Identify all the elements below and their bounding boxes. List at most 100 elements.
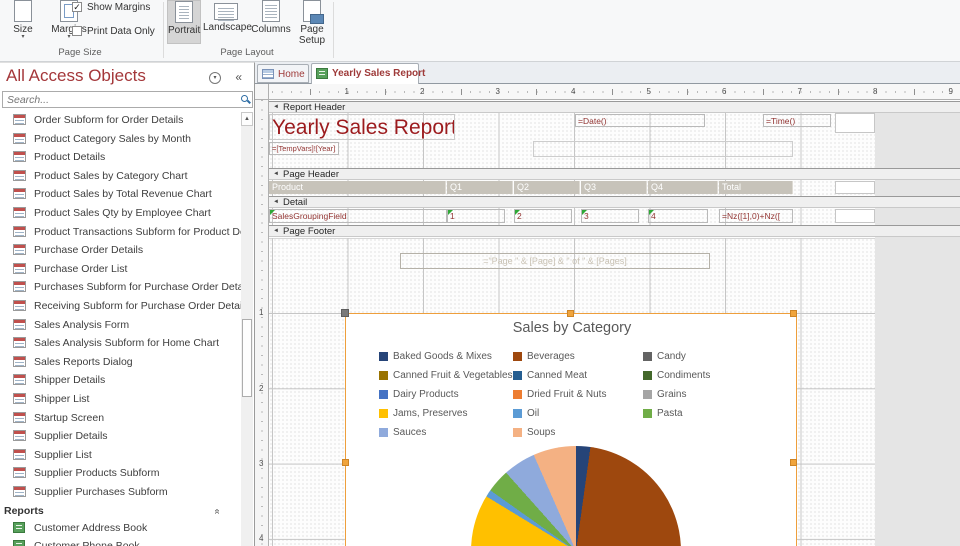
nav-item-label: Supplier Details — [34, 430, 108, 443]
nav-item-label: Product Sales by Total Revenue Chart — [34, 188, 212, 201]
nav-item-form[interactable]: Sales Reports Dialog — [0, 354, 242, 372]
nav-item-form[interactable]: Supplier List — [0, 447, 242, 465]
scrollbar-thumb[interactable] — [242, 319, 252, 397]
nav-item-form[interactable]: Product Sales by Category Chart — [0, 168, 242, 186]
chart-resize-handle[interactable] — [342, 459, 349, 466]
chart-resize-handle[interactable] — [790, 459, 797, 466]
detail-bar[interactable]: ◄ Detail — [269, 196, 960, 208]
legend-label: Soups — [527, 427, 556, 438]
chart-resize-handle[interactable] — [567, 310, 574, 317]
detail-textbox[interactable]: 1 — [447, 209, 505, 223]
tab-yearly-sales-report-label: Yearly Sales Report — [332, 68, 426, 79]
show-margins-checkbox[interactable]: ✓ — [72, 2, 82, 12]
form-icon — [13, 132, 26, 144]
column-header-q1[interactable]: Q1 — [447, 181, 513, 194]
detail-textbox[interactable]: 3 — [581, 209, 639, 223]
scrollbar-up-arrow-icon[interactable]: ▲ — [241, 112, 253, 126]
detail-textbox[interactable]: SalesGroupingField — [269, 209, 447, 223]
nav-menu-dropdown-icon[interactable]: ▾ — [209, 72, 221, 84]
detail-textbox[interactable]: 2 — [514, 209, 572, 223]
sales-by-category-chart[interactable]: Sales by Category Baked Goods & Mixes Bev… — [345, 313, 797, 546]
nav-item-label: Product Category Sales by Month — [34, 132, 191, 145]
form-icon — [13, 448, 26, 460]
column-header-q3[interactable]: Q3 — [581, 181, 647, 194]
nav-item-form[interactable]: Order Subform for Order Details — [0, 112, 242, 130]
portrait-button-label: Portrait — [168, 25, 201, 36]
nav-item-form[interactable]: Shipper Details — [0, 372, 242, 390]
column-header-total[interactable]: Total — [719, 181, 793, 194]
nav-item-label: Receiving Subform for Purchase Order Det… — [34, 300, 242, 312]
portrait-icon — [175, 1, 193, 23]
page-number-box[interactable] — [835, 181, 875, 194]
reports-group-header[interactable]: Reports « — [0, 503, 242, 520]
column-header-q4[interactable]: Q4 — [648, 181, 718, 194]
chart-resize-handle[interactable] — [790, 310, 797, 317]
columns-button[interactable]: Columns — [250, 0, 292, 35]
report-header-bar[interactable]: ◄ Report Header — [269, 101, 960, 113]
search-input[interactable] — [7, 93, 227, 106]
empty-textbox[interactable] — [533, 141, 793, 157]
form-icon — [13, 337, 26, 349]
column-header-q2[interactable]: Q2 — [514, 181, 580, 194]
column-header-product[interactable]: Product — [269, 181, 446, 194]
form-icon — [13, 114, 26, 125]
detail-textbox[interactable]: 4 — [648, 209, 708, 223]
tempvars-year-textbox[interactable]: =[TempVars]![Year] — [269, 142, 339, 155]
error-flag-icon — [270, 210, 275, 215]
nav-item-form[interactable]: Sales Analysis Form — [0, 317, 242, 335]
detail-textbox[interactable]: =Nz([1],0)+Nz([ — [719, 209, 793, 223]
legend-swatch — [513, 352, 522, 361]
page-header-bar[interactable]: ◄ Page Header — [269, 168, 960, 180]
h-ruler-half-tick — [385, 89, 387, 95]
time-textbox[interactable]: =Time() — [763, 114, 831, 127]
page-footer-bar[interactable]: ◄ Page Footer — [269, 225, 960, 237]
nav-item-form[interactable]: Purchases Subform for Purchase Order Det… — [0, 279, 242, 297]
v-ruler-number: 4 — [259, 534, 264, 544]
nav-pane-title[interactable]: All Access Objects — [6, 66, 146, 86]
page-number-box[interactable] — [835, 113, 875, 133]
nav-item-form[interactable]: Purchase Order Details — [0, 242, 242, 260]
landscape-button[interactable]: Landscape — [203, 0, 252, 33]
nav-item-label: Sales Analysis Form — [34, 318, 130, 331]
form-icon — [13, 467, 26, 479]
date-textbox[interactable]: =Date() — [575, 114, 705, 127]
h-ruler-half-tick — [611, 89, 613, 95]
nav-item-form[interactable]: Supplier Products Subform — [0, 465, 242, 483]
page-setup-button[interactable]: Page Setup — [293, 0, 331, 46]
nav-item-form[interactable]: Product Category Sales by Month — [0, 131, 242, 149]
nav-item-label: Shipper List — [34, 393, 90, 405]
nav-item-form[interactable]: Shipper List — [0, 391, 242, 409]
h-ruler-half-tick — [762, 89, 764, 95]
nav-item-report[interactable]: Customer Address Book — [0, 520, 242, 538]
portrait-button[interactable]: Portrait — [167, 0, 201, 44]
nav-item-form[interactable]: Supplier Details — [0, 428, 242, 446]
nav-item-form[interactable]: Receiving Subform for Purchase Order Det… — [0, 298, 242, 316]
tab-home[interactable]: Home — [257, 64, 309, 83]
size-button[interactable]: Size ▾ — [6, 0, 40, 40]
nav-item-form[interactable]: Product Sales Qty by Employee Chart — [0, 205, 242, 223]
nav-scrollbar[interactable]: ▲ — [241, 112, 253, 546]
nav-item-form[interactable]: Startup Screen — [0, 410, 242, 428]
report-title-label[interactable]: Yearly Sales Report — [269, 114, 455, 140]
shutter-bar-close-icon[interactable]: « — [235, 70, 242, 84]
nav-item-form[interactable]: Product Sales by Total Revenue Chart — [0, 186, 242, 204]
h-ruler-half-tick — [309, 89, 311, 95]
page-setup-button-label: Page Setup — [298, 24, 326, 46]
search-icon[interactable] — [241, 95, 248, 102]
document-area: Home Yearly Sales Report 123456789 1234 … — [255, 62, 960, 546]
print-data-only-checkbox[interactable] — [72, 26, 82, 36]
nav-item-form[interactable]: Purchase Order List — [0, 261, 242, 279]
form-icon — [13, 486, 26, 497]
tab-yearly-sales-report[interactable]: Yearly Sales Report — [311, 63, 425, 84]
nav-item-form[interactable]: Product Transactions Subform for Product… — [0, 224, 242, 242]
nav-item-label: Purchases Subform for Purchase Order Det… — [34, 281, 242, 294]
nav-item-form[interactable]: Supplier Purchases Subform — [0, 484, 242, 502]
page-number-expression-textbox[interactable]: ="Page " & [Page] & " of " & [Pages] — [400, 253, 710, 269]
nav-item-form[interactable]: Product Details — [0, 149, 242, 167]
nav-item-report[interactable]: Customer Phone Book — [0, 538, 242, 546]
chart-move-handle[interactable] — [341, 309, 349, 317]
h-ruler-number: 6 — [722, 87, 727, 96]
nav-item-form[interactable]: Sales Analysis Subform for Home Chart — [0, 335, 242, 353]
page-number-box[interactable] — [835, 209, 875, 223]
collapse-group-icon[interactable]: « — [212, 508, 223, 514]
